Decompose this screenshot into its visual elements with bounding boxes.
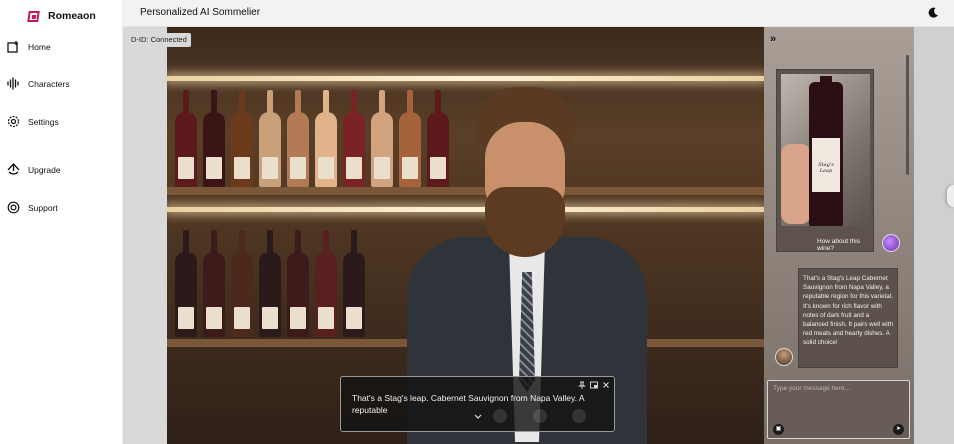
sidebar-item-label: Home [28, 41, 51, 52]
sidebar-item-label: Upgrade [28, 164, 61, 175]
connection-status-badge: D-ID: Connected [127, 33, 191, 47]
wine-bottle-shape: Stag's Leap [809, 76, 843, 226]
wine-label-text: Stag's Leap [818, 162, 834, 174]
background-strip [914, 27, 954, 444]
picture-in-picture-icon[interactable] [590, 381, 598, 389]
sidebar-item-home[interactable]: Home [7, 40, 51, 53]
new-chat-icon [7, 40, 20, 53]
soundwave-icon [7, 77, 20, 90]
chat-panel: » Stag's Leap How about this wine? That'… [764, 27, 914, 444]
chevron-down-icon[interactable] [473, 414, 483, 422]
chat-bubble-icon[interactable] [572, 409, 586, 423]
brand-name: Romeaon [48, 10, 96, 22]
app-root: Romeaon Home Characters Settings Upgrade [0, 0, 954, 444]
upgrade-icon [7, 163, 20, 176]
user-image-message[interactable]: Stag's Leap How about this wine? [776, 69, 874, 252]
document-icon[interactable] [533, 409, 547, 423]
sidebar-item-settings[interactable]: Settings [7, 115, 59, 128]
close-icon[interactable] [602, 381, 610, 389]
moon-icon[interactable] [926, 6, 940, 20]
assistant-message: That's a Stag's Leap Cabernet Sauvignon … [798, 268, 898, 368]
side-drawer-handle[interactable] [947, 185, 954, 207]
pin-icon[interactable] [578, 381, 586, 389]
caption-text: That's a Stag's leap. Cabernet Sauvignon… [352, 393, 585, 415]
brand-logo-icon [27, 10, 40, 22]
wine-bottle-photo: Stag's Leap [781, 74, 870, 226]
chat-scrollbar[interactable] [906, 55, 909, 175]
sidebar-item-label: Characters [28, 78, 70, 89]
collapse-panel-icon[interactable]: » [770, 33, 776, 45]
sidebar-item-support[interactable]: Support [7, 201, 58, 214]
microphone-icon[interactable] [493, 409, 507, 423]
top-header: Personalized AI Sommelier [123, 0, 954, 27]
sidebar: Romeaon Home Characters Settings Upgrade [0, 0, 123, 444]
sidebar-item-label: Support [28, 202, 58, 213]
brand[interactable]: Romeaon [27, 10, 96, 22]
lifebuoy-icon [7, 201, 20, 214]
sommelier-head [465, 77, 585, 257]
message-input[interactable] [773, 385, 903, 415]
gear-icon [7, 115, 20, 128]
caption-overlay: That's a Stag's leap. Cabernet Sauvignon… [340, 376, 615, 432]
hand-shape [781, 144, 811, 224]
send-icon[interactable]: ➤ [893, 424, 904, 435]
attach-image-icon[interactable]: ▣ [773, 424, 784, 435]
user-avatar [882, 234, 900, 252]
page-title: Personalized AI Sommelier [140, 7, 261, 18]
wine-label: Stag's Leap [812, 138, 840, 192]
user-message-text: How about this wine? [817, 238, 860, 252]
message-input-box: ▣ ➤ [767, 380, 910, 439]
assistant-avatar [775, 348, 793, 366]
sidebar-item-upgrade[interactable]: Upgrade [7, 163, 61, 176]
sidebar-item-characters[interactable]: Characters [7, 77, 70, 90]
sidebar-item-label: Settings [28, 116, 59, 127]
